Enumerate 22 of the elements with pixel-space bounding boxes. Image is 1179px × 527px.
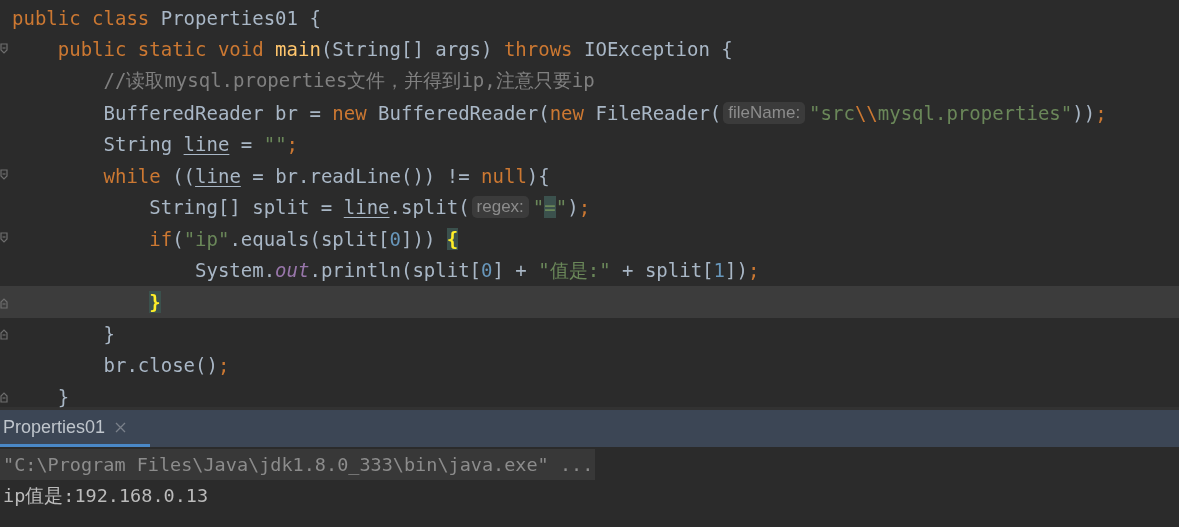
code-text: while ((line = br.readLine()) != null){ (102, 164, 550, 187)
code-text: "="); (532, 196, 591, 219)
code-text: } (148, 291, 161, 314)
code-text: } (102, 322, 115, 345)
parameter-hint: fileName: (723, 101, 806, 124)
code-text: br.close(); (102, 354, 230, 377)
fold-marker-icon[interactable] (0, 42, 8, 56)
code-text: //读取mysql.properties文件，并得到ip,注意只要ip (102, 68, 595, 93)
code-text: if("ip".equals(split[0])) { (148, 227, 459, 250)
fold-marker-icon[interactable] (0, 390, 8, 404)
close-icon[interactable] (115, 421, 127, 433)
code-text: String[] split = line.split( (148, 196, 470, 219)
code-text: public static void main(String[] args) throws IOException { (56, 38, 733, 61)
code-text: public class Properties01 { (12, 6, 321, 29)
code-text: System.out.println(split[0] + "值是:" + split[1]); (194, 257, 760, 283)
code-text: BufferedReader br = new BufferedReader(new FileReader( (102, 101, 722, 124)
fold-marker-icon[interactable] (0, 327, 8, 341)
code-text: "src\\mysql.properties")); (809, 101, 1107, 124)
parameter-hint: regex: (471, 196, 529, 219)
code-text: String line = ""; (102, 133, 299, 156)
console-line: ip值是:192.168.0.13 (2, 484, 210, 508)
code-text: } (56, 385, 70, 408)
